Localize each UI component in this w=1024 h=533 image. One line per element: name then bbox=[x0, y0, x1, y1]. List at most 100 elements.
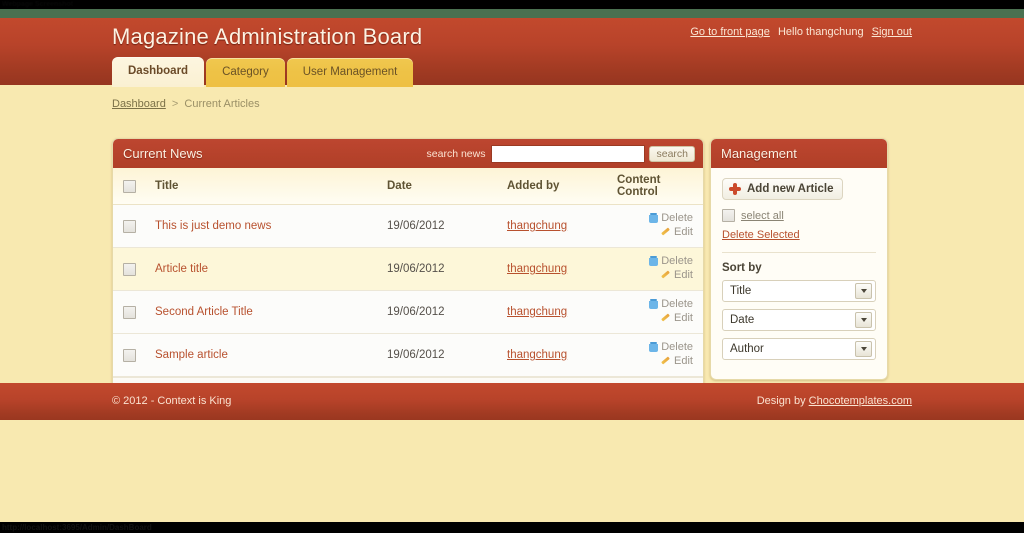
row-checkbox[interactable] bbox=[123, 219, 136, 233]
column-header-date: Date bbox=[387, 168, 507, 205]
row-date-cell: 19/06/2012 bbox=[387, 204, 507, 248]
screenshot-root: Webpage Screenshot Magazine Administrati… bbox=[0, 0, 1024, 533]
sign-out-link[interactable]: Sign out bbox=[872, 26, 912, 38]
row-title-cell: Second Article Title bbox=[155, 290, 387, 334]
author-link[interactable]: thangchung bbox=[507, 263, 567, 275]
page-bottom-background bbox=[0, 420, 1024, 522]
tab-user-management[interactable]: User Management bbox=[286, 58, 414, 87]
breadcrumb-current: Current Articles bbox=[184, 98, 260, 110]
footer-credit: Design by Chocotemplates.com bbox=[757, 395, 912, 407]
edit-action[interactable]: Edit bbox=[660, 269, 693, 281]
select-all-header-checkbox[interactable] bbox=[123, 179, 136, 193]
author-link[interactable]: thangchung bbox=[507, 349, 567, 361]
row-controls-cell: Delete Edit bbox=[617, 333, 703, 377]
main-content-area: Dashboard > Current Articles Current New… bbox=[0, 85, 1024, 407]
pencil-icon bbox=[660, 227, 671, 237]
main-nav-tabs: Dashboard Category User Management bbox=[112, 57, 415, 87]
sort-select-author[interactable]: Author bbox=[722, 338, 876, 360]
news-table-head: Title Date Added by Content Control bbox=[113, 168, 703, 205]
pencil-icon bbox=[660, 356, 671, 366]
current-news-panel-header: Current News search news search bbox=[113, 139, 703, 168]
article-title-link[interactable]: This is just demo news bbox=[155, 220, 271, 232]
pencil-icon bbox=[660, 313, 671, 323]
delete-label: Delete bbox=[661, 298, 693, 310]
search-button[interactable]: search bbox=[649, 145, 695, 162]
divider bbox=[722, 252, 876, 253]
row-title-cell: Article title bbox=[155, 247, 387, 291]
tab-category[interactable]: Category bbox=[206, 58, 285, 87]
pencil-icon bbox=[660, 270, 671, 280]
chevron-down-icon bbox=[855, 341, 872, 357]
footer-design-by-label: Design by bbox=[756, 395, 806, 407]
page-title: Magazine Administration Board bbox=[112, 24, 423, 49]
column-header-title: Title bbox=[155, 168, 387, 205]
breadcrumb-dashboard-link[interactable]: Dashboard bbox=[112, 98, 166, 110]
go-to-front-page-link[interactable]: Go to front page bbox=[690, 26, 770, 38]
delete-action[interactable]: Delete bbox=[649, 255, 693, 267]
status-bar-url: http://localhost:3695/Admin/DashBoard bbox=[2, 523, 152, 532]
article-title-link[interactable]: Sample article bbox=[155, 349, 228, 361]
current-news-panel: Current News search news search Title Da… bbox=[112, 138, 704, 407]
top-accent-bar bbox=[0, 9, 1024, 18]
search-label: search news bbox=[426, 147, 486, 160]
trash-icon bbox=[649, 256, 659, 266]
breadcrumb: Dashboard > Current Articles bbox=[112, 98, 260, 110]
row-controls-cell: Delete Edit bbox=[617, 290, 703, 334]
delete-action[interactable]: Delete bbox=[649, 341, 693, 353]
author-link[interactable]: thangchung bbox=[507, 306, 567, 318]
tab-dashboard[interactable]: Dashboard bbox=[112, 57, 205, 87]
footer-copyright: © 2012 - Context is King bbox=[112, 395, 232, 407]
edit-label: Edit bbox=[674, 312, 693, 324]
row-checkbox[interactable] bbox=[123, 262, 136, 276]
select-all-checkbox[interactable] bbox=[722, 209, 735, 222]
footer-container: © 2012 - Context is King Design by Choco… bbox=[112, 383, 912, 420]
select-all-label[interactable]: select all bbox=[741, 210, 784, 222]
edit-action[interactable]: Edit bbox=[660, 226, 693, 238]
management-panel-header: Management bbox=[711, 139, 887, 168]
sort-select-title[interactable]: Title bbox=[722, 280, 876, 302]
row-controls-cell: Delete Edit bbox=[617, 247, 703, 291]
row-checkbox-cell bbox=[113, 204, 155, 248]
table-row: Sample article 19/06/2012 thangchung Del… bbox=[113, 333, 703, 377]
table-row: Article title 19/06/2012 thangchung Dele… bbox=[113, 247, 703, 291]
delete-action[interactable]: Delete bbox=[649, 212, 693, 224]
article-title-link[interactable]: Second Article Title bbox=[155, 306, 253, 318]
greeting-text: Hello thangchung bbox=[777, 26, 864, 38]
trash-icon bbox=[649, 213, 659, 223]
site-footer: © 2012 - Context is King Design by Choco… bbox=[0, 383, 1024, 420]
edit-label: Edit bbox=[674, 226, 693, 238]
row-controls-cell: Delete Edit bbox=[617, 204, 703, 248]
article-title-link[interactable]: Article title bbox=[155, 263, 208, 275]
row-checkbox[interactable] bbox=[123, 305, 136, 319]
row-title-cell: Sample article bbox=[155, 333, 387, 377]
breadcrumb-separator: > bbox=[171, 98, 179, 110]
management-panel-body: Add new Article select all Delete Select… bbox=[711, 168, 887, 371]
edit-label: Edit bbox=[674, 355, 693, 367]
chevron-down-icon bbox=[855, 312, 872, 328]
sort-select-date[interactable]: Date bbox=[722, 309, 876, 331]
author-link[interactable]: thangchung bbox=[507, 220, 567, 232]
delete-label: Delete bbox=[661, 212, 693, 224]
management-panel: Management Add new Article select all De… bbox=[710, 138, 888, 380]
sort-select-author-value: Author bbox=[730, 343, 764, 355]
row-author-cell: thangchung bbox=[507, 204, 617, 248]
delete-action[interactable]: Delete bbox=[649, 298, 693, 310]
sort-select-title-value: Title bbox=[730, 285, 752, 297]
add-new-article-button[interactable]: Add new Article bbox=[722, 178, 844, 200]
table-row: This is just demo news 19/06/2012 thangc… bbox=[113, 204, 703, 248]
row-title-cell: This is just demo news bbox=[155, 204, 387, 248]
news-table-header-row: Title Date Added by Content Control bbox=[113, 168, 703, 205]
search-input[interactable] bbox=[491, 144, 646, 163]
header-user-links: Go to front page Hello thangchung Sign o… bbox=[690, 26, 912, 38]
browser-window-title: Webpage Screenshot bbox=[2, 1, 74, 8]
delete-selected-link[interactable]: Delete Selected bbox=[722, 229, 876, 241]
chocotemplates-link[interactable]: Chocotemplates.com bbox=[809, 395, 912, 407]
edit-action[interactable]: Edit bbox=[660, 355, 693, 367]
edit-action[interactable]: Edit bbox=[660, 312, 693, 324]
row-checkbox[interactable] bbox=[123, 348, 136, 362]
search-area: search news search bbox=[426, 144, 695, 163]
column-header-added-by: Added by bbox=[507, 168, 617, 205]
row-author-cell: thangchung bbox=[507, 333, 617, 377]
browser-status-bar: http://localhost:3695/Admin/DashBoard bbox=[0, 522, 1024, 533]
add-new-article-label: Add new Article bbox=[747, 183, 834, 195]
